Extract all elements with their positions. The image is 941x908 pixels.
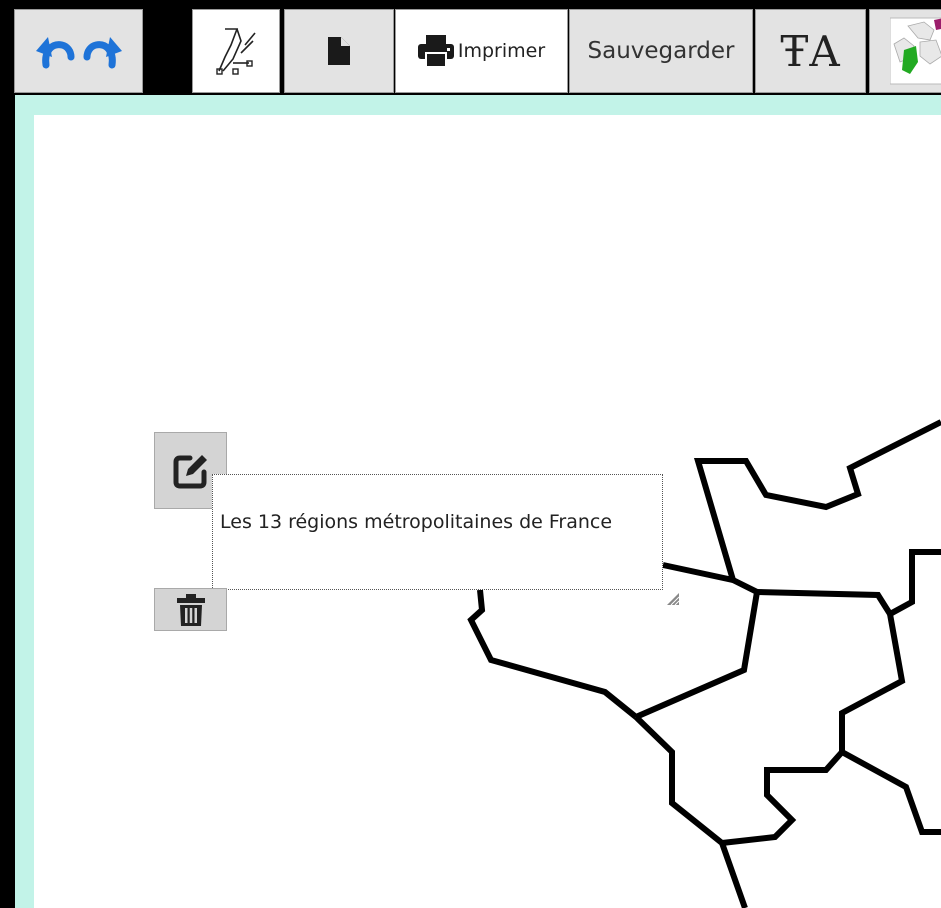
text-size-button[interactable]: ŦA xyxy=(755,9,866,93)
draw-tool-button[interactable] xyxy=(192,9,280,93)
new-document-icon xyxy=(328,37,350,65)
map-thumbnail-icon xyxy=(890,16,941,86)
map-title-text: Les 13 régions métropolitaines de France xyxy=(220,511,613,533)
print-label: Imprimer xyxy=(457,40,546,62)
toolbar: Imprimer Sauvegarder ŦA xyxy=(0,0,941,95)
undo-icon[interactable] xyxy=(34,33,76,69)
resize-handle-icon[interactable] xyxy=(666,592,680,606)
draw-tool-icon xyxy=(211,23,261,79)
text-size-icon: ŦA xyxy=(780,26,841,76)
save-label: Sauvegarder xyxy=(587,38,735,64)
map-thumbnail-button[interactable] xyxy=(869,9,941,93)
new-document-button[interactable] xyxy=(284,9,394,93)
delete-textbox-button[interactable] xyxy=(154,588,227,631)
printer-icon xyxy=(417,35,454,67)
redo-icon[interactable] xyxy=(82,33,124,69)
save-button[interactable]: Sauvegarder xyxy=(569,9,753,93)
print-button[interactable]: Imprimer xyxy=(395,9,568,93)
edit-icon xyxy=(172,452,210,490)
map-title-textbox[interactable]: Les 13 régions métropolitaines de France xyxy=(212,474,663,590)
trash-icon xyxy=(176,593,205,626)
undo-redo-group xyxy=(14,9,143,93)
